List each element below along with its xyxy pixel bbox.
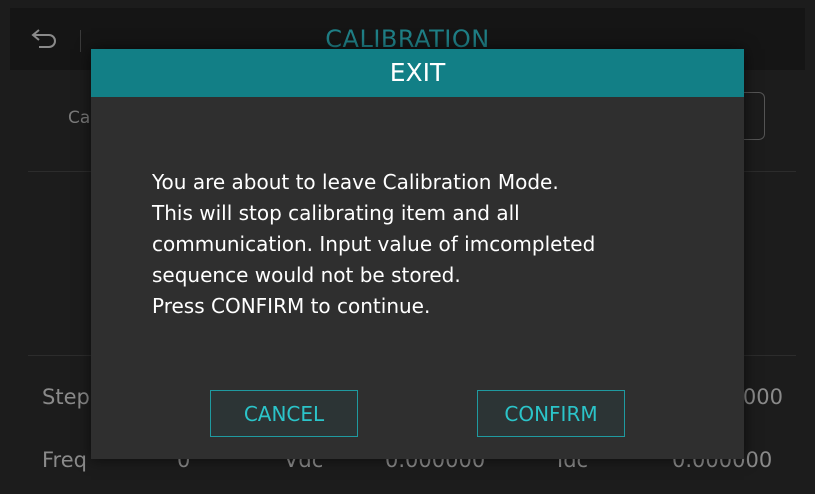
confirm-button[interactable]: CONFIRM [477,390,625,437]
cancel-button[interactable]: CANCEL [210,390,358,437]
exit-dialog: EXIT You are about to leave Calibration … [91,49,744,459]
dialog-message: You are about to leave Calibration Mode.… [152,167,712,322]
dialog-message-line: This will stop calibrating item and all [152,201,520,225]
dialog-message-line: You are about to leave Calibration Mode. [152,170,559,194]
freq-label: Freq [42,448,87,472]
calibration-screen: CALIBRATION Ca Step 000 Freq 0 Vdc 0.000… [10,8,805,486]
dialog-message-line: Press CONFIRM to continue. [152,294,431,318]
step-value: 000 [742,385,783,409]
dialog-message-line: sequence would not be stored. [152,263,461,287]
dialog-message-line: communication. Input value of imcomplete… [152,232,596,256]
calibration-item-label: Ca [68,108,91,128]
step-label: Step [42,385,90,409]
dialog-title: EXIT [91,49,744,97]
